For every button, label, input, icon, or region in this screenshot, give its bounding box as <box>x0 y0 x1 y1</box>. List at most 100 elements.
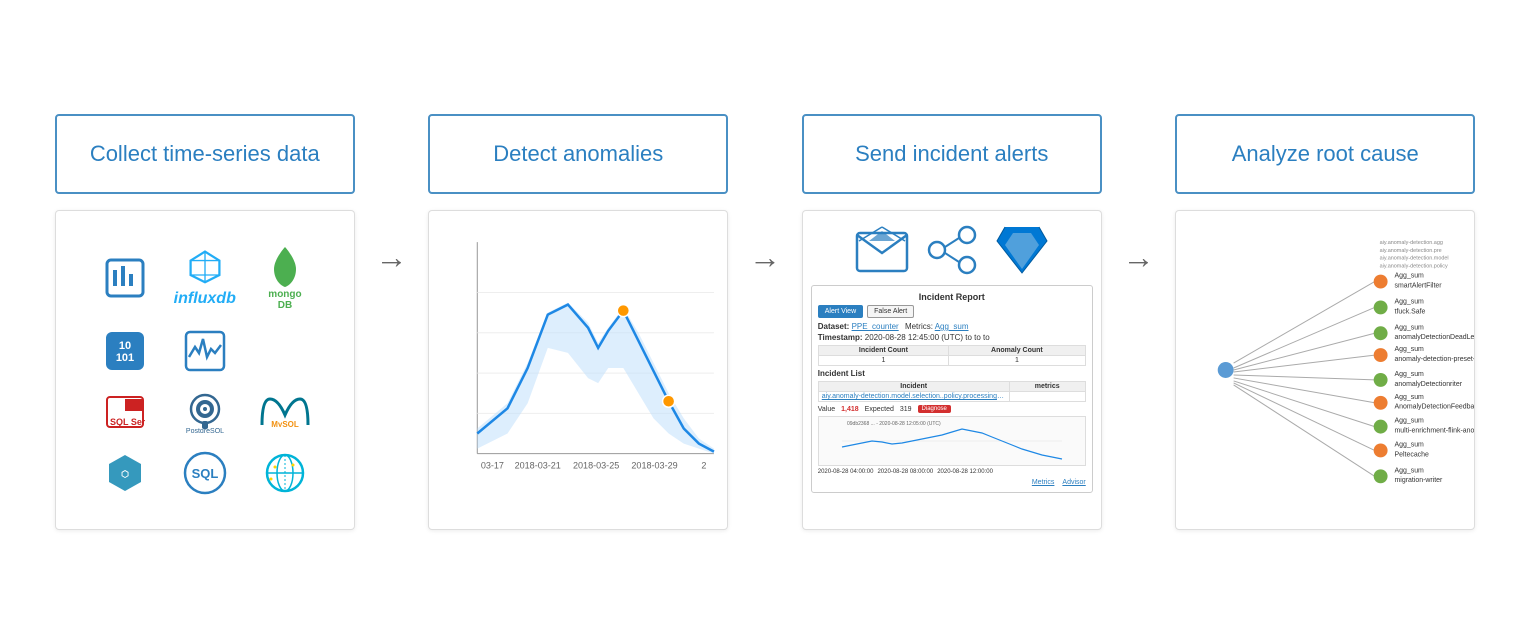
edge-4 <box>1234 355 1375 372</box>
stage-collect-content: influxdb mongoDB 10 101 <box>55 210 355 530</box>
incident-count-header: Incident Count <box>818 346 948 356</box>
anomaly-chart-svg: 03-17 2018-03-21 2018-03-25 2018-03-29 2 <box>437 221 719 505</box>
diagnose-button[interactable]: Diagnose <box>918 405 951 413</box>
sqlserver-logo: SQL Server <box>105 395 145 429</box>
node-4-label2: anomaly-detection-preset-alvent <box>1395 356 1474 363</box>
stage-alert-content: Incident Report Alert View False Alert D… <box>802 210 1102 530</box>
date3: 2020-08-28 12:00:00 <box>937 469 993 475</box>
svg-text:2018-03-29: 2018-03-29 <box>632 461 678 471</box>
node-3-label1: Agg_sum <box>1395 324 1425 331</box>
alert-icons <box>811 225 1093 275</box>
cassandra-logo: ⬡ <box>103 451 147 495</box>
101db-logo: 10 101 <box>103 329 147 373</box>
influxdb-icon <box>187 248 223 284</box>
node-8-label1: Agg_sum <box>1395 441 1425 448</box>
incident-summary-table: Incident Count Anomaly Count 1 1 <box>818 345 1086 366</box>
incident-list-label: Incident List <box>818 369 1086 378</box>
sql-badge-logo: SQL <box>183 451 227 495</box>
alert-view-button[interactable]: Alert View <box>818 305 863 318</box>
stage-collect: Collect time-series data <box>30 114 380 530</box>
incident-report-title: Incident Report <box>818 292 1086 302</box>
incident-metrics-blank <box>1009 392 1085 402</box>
cassandra-icon: ⬡ <box>103 451 147 495</box>
edge-5 <box>1234 375 1375 380</box>
col-metrics: metrics <box>1009 382 1085 392</box>
node-8 <box>1374 444 1388 458</box>
advisor-link[interactable]: Advisor <box>1062 479 1085 486</box>
anomaly-chart: 03-17 2018-03-21 2018-03-25 2018-03-29 2 <box>429 211 727 529</box>
rc-top-label-4: aiy.anomaly-detection.policy <box>1380 264 1448 270</box>
datasources-grid: influxdb mongoDB 10 101 <box>73 225 336 515</box>
rootcause-svg: Agg_sum smartAlertFilter Agg_sum tfuck.S… <box>1176 211 1474 529</box>
expected-data: 319 <box>900 406 912 413</box>
node-8-label2: Peltecache <box>1395 451 1429 458</box>
stage-analyze-content: Agg_sum smartAlertFilter Agg_sum tfuck.S… <box>1175 210 1475 530</box>
incident-panel: Incident Report Alert View False Alert D… <box>803 211 1101 529</box>
node-7-label2: multi-enrichment-flink-anomaly-detector <box>1395 428 1474 435</box>
timestamp-value: 2020-08-28 12:45:00 (UTC) to to to <box>865 333 990 342</box>
svg-text:2018-03-21: 2018-03-21 <box>515 461 561 471</box>
node-7 <box>1374 420 1388 434</box>
stage-alert-label: Send incident alerts <box>802 114 1102 194</box>
node-9-label2: migration-writer <box>1395 477 1443 484</box>
postgresql-logo: PostgreSQL <box>184 391 226 433</box>
metric-label: Metrics: <box>905 322 933 331</box>
mongodb-logo: mongoDB <box>268 245 302 311</box>
stage-detect: Detect anomalies <box>404 114 754 530</box>
date1: 2020-08-28 04:00:00 <box>818 469 874 475</box>
sql-badge-icon: SQL <box>183 451 227 495</box>
metric-value[interactable]: Agg_sum <box>935 322 969 331</box>
edge-1 <box>1234 282 1375 363</box>
mysql-icon: MySQL <box>260 397 310 427</box>
anomaly-count-value: 1 <box>949 356 1086 366</box>
mysql-logo: MySQL <box>260 397 310 427</box>
stage-detect-label: Detect anomalies <box>428 114 728 194</box>
rc-top-label-2: aiy.anomaly-detection.pre <box>1380 248 1442 254</box>
node-5 <box>1374 373 1388 387</box>
incident-links: Metrics Advisor <box>818 479 1086 486</box>
node-2-label2: tfuck.Safe <box>1395 308 1426 315</box>
center-node <box>1218 362 1234 378</box>
mini-chart-svg: 09db2368 ... - 2020-08-28 12:05:00 (UTC) <box>819 417 1085 465</box>
node-1 <box>1374 275 1388 289</box>
stage-analyze-label: Analyze root cause <box>1175 114 1475 194</box>
sqlserver-icon: SQL Server <box>105 395 145 429</box>
dataset-value[interactable]: PPE_counter <box>852 322 899 331</box>
postgresql-icon: PostgreSQL <box>184 391 226 433</box>
rc-top-label-3: aiy.anomaly-detection.model <box>1380 256 1449 262</box>
mini-chart: 09db2368 ... - 2020-08-28 12:05:00 (UTC) <box>818 416 1086 466</box>
node-1-label1: Agg_sum <box>1395 273 1425 280</box>
svg-text:SQL Server: SQL Server <box>110 417 145 427</box>
stage-analyze: Analyze root cause <box>1151 114 1501 530</box>
incident-id[interactable]: aiy.anomaly-detection.model.selection..p… <box>818 392 1009 402</box>
metrics-link[interactable]: Metrics <box>1032 479 1055 486</box>
grafana-icon <box>103 256 147 300</box>
incident-count-value: 1 <box>818 356 948 366</box>
timestamp-row: Timestamp: 2020-08-28 12:45:00 (UTC) to … <box>818 333 1086 342</box>
rc-top-label-1: aiy.anomaly-detection.agg <box>1380 240 1443 246</box>
stage-detect-content: 03-17 2018-03-21 2018-03-25 2018-03-29 2 <box>428 210 728 530</box>
node-6 <box>1374 396 1388 410</box>
svg-text:10: 10 <box>118 340 130 352</box>
node-9 <box>1374 469 1388 483</box>
date2: 2020-08-28 08:00:00 <box>877 469 933 475</box>
node-6-label1: Agg_sum <box>1395 394 1425 401</box>
node-5-label2: anomalyDetectionriter <box>1395 381 1463 388</box>
world-logo <box>263 451 307 495</box>
svg-text:03-17: 03-17 <box>481 461 504 471</box>
node-9-label1: Agg_sum <box>1395 467 1425 474</box>
azure-icon <box>995 225 1049 275</box>
anomaly-count-header: Anomaly Count <box>949 346 1086 356</box>
wavefront-logo <box>183 329 227 373</box>
node-3 <box>1374 326 1388 340</box>
svg-text:⬡: ⬡ <box>121 469 129 479</box>
node-2 <box>1374 300 1388 314</box>
rootcause-graph: Agg_sum smartAlertFilter Agg_sum tfuck.S… <box>1176 211 1474 529</box>
svg-text:2: 2 <box>702 461 707 471</box>
svg-text:PostgreSQL: PostgreSQL <box>186 428 224 433</box>
node-4 <box>1374 348 1388 362</box>
value-row: Value 1,418 Expected 319 Diagnose <box>818 405 1086 413</box>
node-6-label2: AnomalyDetectionFeedbackTaken <box>1395 404 1474 411</box>
false-alert-button[interactable]: False Alert <box>867 305 914 318</box>
node-4-label1: Agg_sum <box>1395 346 1425 353</box>
